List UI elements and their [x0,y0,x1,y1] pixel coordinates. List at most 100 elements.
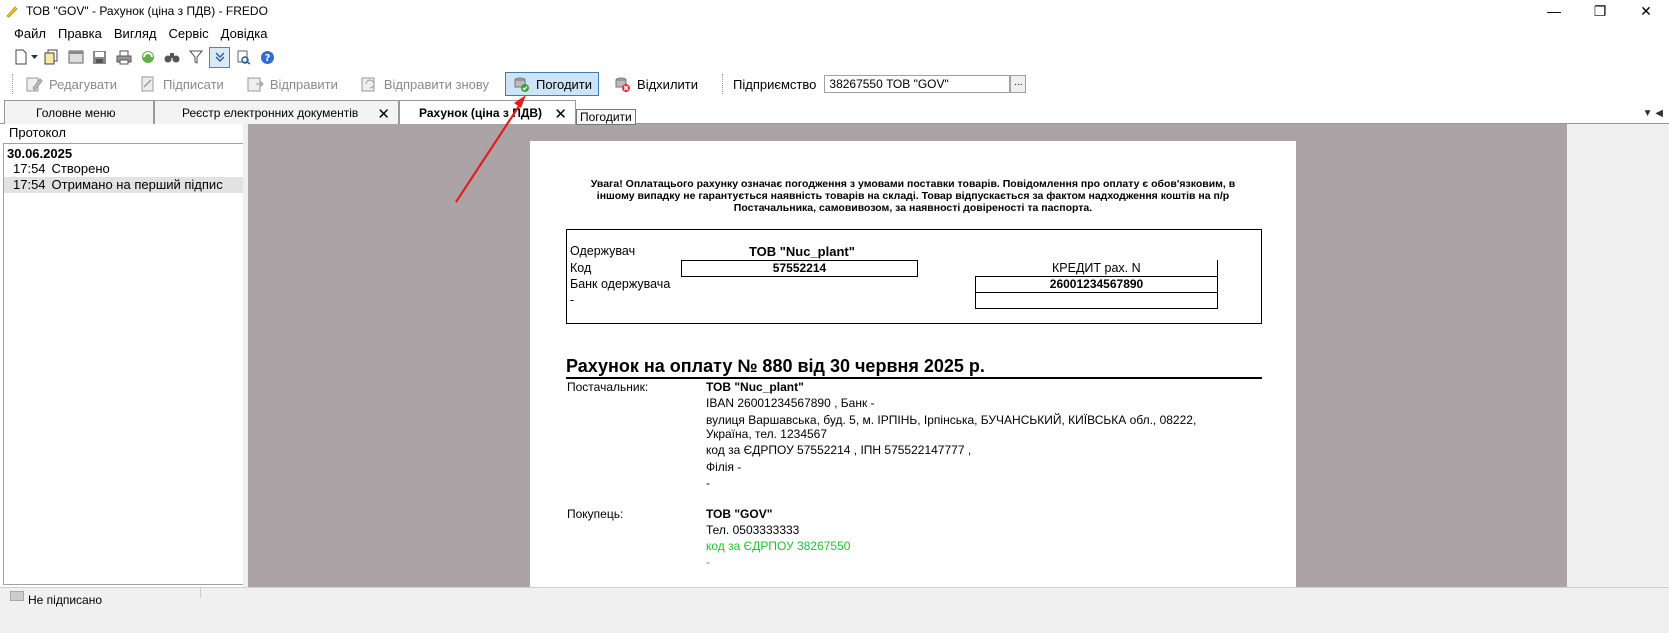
help-icon[interactable]: ? [257,47,278,68]
right-strip [1567,124,1669,587]
recipient-label: Одержувач [570,244,636,258]
edit-button[interactable]: Редагувати [19,72,123,96]
tab-invoice-label: Рахунок (ціна з ПДВ) [419,106,543,120]
edit-icon [26,77,43,92]
copy-icon[interactable] [41,47,62,68]
grid-icon [10,591,24,601]
menu-service[interactable]: Сервіс [169,26,209,41]
menu-file[interactable]: Файл [14,26,46,41]
approve-label: Погодити [535,76,593,92]
supplier-address-line2: Україна, тел. 1234567 [706,427,828,441]
warning-text: Увага! Оплатацього рахунку означає погод… [590,178,1236,214]
entry-time: 17:54 [13,177,46,192]
status-bar: Не підписано [0,587,1669,633]
menu-help[interactable]: Довідка [221,26,268,41]
code-value: 57552214 [681,260,918,277]
print-icon[interactable] [113,47,134,68]
entry-text: Створено [51,161,110,176]
tab-registry-label: Реєстр електронних документів [182,105,359,120]
invoice-page: Увага! Оплатацього рахунку означає погод… [530,141,1296,587]
svg-text:?: ? [265,53,271,64]
close-window-button[interactable]: ✕ [1623,0,1669,22]
code-label: Код [570,261,592,275]
divider [1217,260,1218,277]
protocol-title: Протокол [9,125,66,140]
menu-bar: Файл Правка Вигляд Сервіс Довідка [0,22,1669,44]
supplier-dash: - [706,476,710,490]
app-pen-icon [6,6,18,18]
protocol-panel: Протокол 30.06.2025 17:54 Створено 17:54 О… [0,124,248,587]
buyer-code: код за ЄДРПОУ 38267550 [706,539,851,553]
resend-icon [361,77,375,92]
approve-tooltip: Погодити [576,109,636,125]
supplier-codes: код за ЄДРПОУ 57552214 , ІПН 57552214777… [706,443,972,457]
enterprise-browse-button[interactable]: ... [1010,75,1027,93]
supplier-name: ТОВ "Nuc_plant" [706,380,804,394]
approve-icon [514,77,529,92]
document-viewer[interactable]: Увага! Оплатацього рахунку означає погод… [248,124,1567,587]
supplier-address-line1: вулиця Варшавська, буд. 5, м. ІРПІНЬ, Ір… [706,413,1197,427]
bank-label: Банк одержувача [570,277,671,291]
enterprise-label: Підприємство [733,76,817,92]
window-controls: — ❐ ✕ [1531,0,1669,22]
sign-label: Підписати [163,76,224,92]
supplier-label: Постачальник: [567,380,649,394]
protocol-date: 30.06.2025 [7,146,73,161]
buyer-name: ТОВ "GOV" [706,507,773,521]
reject-button[interactable]: Відхилити [607,72,704,96]
buyer-label: Покупець: [567,507,624,521]
new-icon[interactable] [10,47,31,68]
credit-label: КРЕДИТ рах. N [1052,261,1141,275]
refresh-icon[interactable] [137,47,158,68]
supplier-iban: IBAN 26001234567890 , Банк - [706,396,875,410]
list-item[interactable]: 17:54 Створено [4,161,244,177]
resend-button[interactable]: Відправити знову [354,72,495,96]
entry-time: 17:54 [13,161,46,176]
toolbar-grip [12,74,15,94]
sign-button[interactable]: Підписати [133,72,230,96]
empty-cell [975,292,1218,309]
recipient-box: Одержувач ТОВ "Nuc_plant" Код 57552214 К… [566,229,1262,324]
tab-main-menu-label: Головне меню [36,105,116,120]
enterprise-field[interactable]: 38267550 ТОВ "GOV" [824,75,1011,93]
expand-down-icon[interactable] [209,46,230,68]
tab-scroll-icon[interactable]: ▼ ◀ [1643,108,1663,119]
invoice-title: Рахунок на оплату № 880 від 30 червня 20… [566,356,985,376]
reject-label: Відхилити [637,76,699,92]
tab-registry[interactable]: Реєстр електронних документів ✕ [154,100,399,124]
send-icon [247,77,264,92]
window-icon[interactable] [65,47,86,68]
tab-strip: Головне меню Реєстр електронних документ… [0,100,1669,125]
list-item[interactable]: 17:54 Отримано на перший підпис [4,177,244,193]
menu-edit[interactable]: Правка [58,26,102,41]
minimize-button[interactable]: — [1531,0,1577,22]
account-value: 26001234567890 [975,276,1218,293]
menu-view[interactable]: Вигляд [114,26,157,41]
save-icon[interactable] [89,47,110,68]
maximize-button[interactable]: ❐ [1577,0,1623,22]
title-underline [566,377,1262,379]
dropdown-icon[interactable] [30,47,38,68]
buyer-phone: Тел. 0503333333 [706,523,800,537]
action-toolbar: Редагувати Підписати Відправити Відправи… [0,70,1669,98]
filter-icon[interactable] [185,47,206,68]
tab-invoice[interactable]: Рахунок (ціна з ПДВ) ✕ [399,100,576,125]
icon-toolbar: ? [0,44,1669,70]
resend-label: Відправити знову [383,76,489,92]
approve-button[interactable]: Погодити [504,72,600,96]
toolbar-separator [722,74,724,94]
status-text: Не підписано [28,593,103,607]
binoculars-icon[interactable] [161,47,182,68]
find-doc-icon[interactable] [233,47,254,68]
supplier-branch: Філія - [706,460,742,474]
close-icon[interactable]: ✕ [554,105,567,123]
sign-icon [141,76,154,92]
reject-icon [615,77,631,92]
send-button[interactable]: Відправити [240,72,344,96]
status-separator [200,588,201,598]
close-icon[interactable]: ✕ [377,105,390,123]
edit-label: Редагувати [49,76,118,92]
window-title: ТОВ "GOV" - Рахунок (ціна з ПДВ) - FREDO [26,4,268,18]
tab-main-menu[interactable]: Головне меню [4,100,154,124]
recipient-name: ТОВ "Nuc_plant" [749,244,855,259]
